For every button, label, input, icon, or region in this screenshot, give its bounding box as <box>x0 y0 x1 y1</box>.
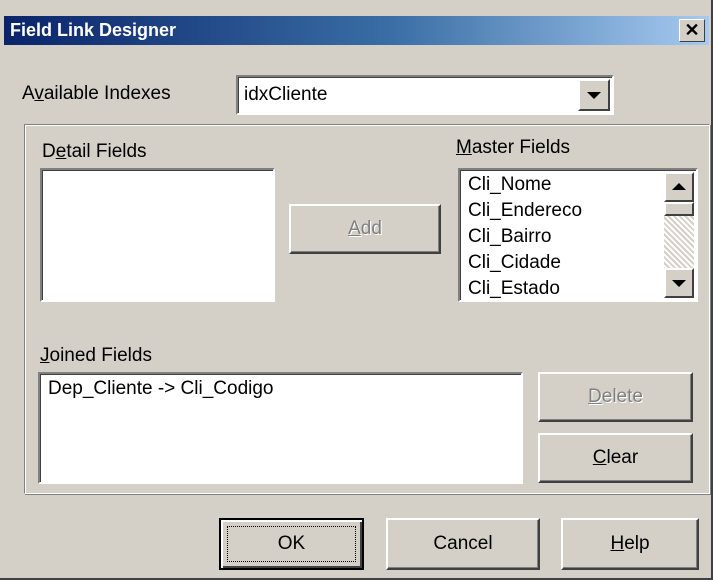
available-indexes-value: idxCliente <box>244 84 328 105</box>
scroll-thumb[interactable] <box>664 202 694 216</box>
scroll-down-button[interactable] <box>664 268 694 298</box>
combo-dropdown-button[interactable] <box>578 79 610 111</box>
arrow-down-icon <box>672 280 686 287</box>
master-fields-label: Master Fields <box>456 137 571 158</box>
close-button[interactable]: ✕ <box>679 19 705 42</box>
list-item[interactable]: Cli_Estado <box>468 278 560 300</box>
title-bar[interactable]: Field Link Designer ✕ <box>4 16 709 45</box>
joined-fields-label: Joined Fields <box>40 345 152 366</box>
help-button[interactable]: Help <box>561 518 699 570</box>
available-indexes-combo[interactable]: idxCliente <box>236 75 614 115</box>
list-item[interactable]: Cli_Cidade <box>468 252 561 274</box>
list-item[interactable]: Cli_Nome <box>468 174 551 196</box>
detail-fields-label: Detail Fields <box>42 141 147 162</box>
joined-fields-list[interactable]: Dep_Cliente -> Cli_Codigo <box>38 372 523 484</box>
list-item[interactable]: Cli_Endereco <box>468 200 582 222</box>
add-button[interactable]: Add <box>289 204 441 254</box>
window-title: Field Link Designer <box>10 20 177 40</box>
arrow-up-icon <box>672 183 686 190</box>
close-icon: ✕ <box>684 20 700 40</box>
available-indexes-label: Available Indexes <box>22 83 171 104</box>
cancel-button[interactable]: Cancel <box>386 518 540 570</box>
detail-fields-list[interactable] <box>40 168 275 302</box>
field-link-designer-dialog: Field Link Designer ✕ Available Indexes … <box>0 0 713 580</box>
master-fields-scrollbar[interactable] <box>664 172 694 298</box>
list-item[interactable]: Dep_Cliente -> Cli_Codigo <box>48 378 274 400</box>
delete-button[interactable]: Delete <box>538 372 693 422</box>
master-fields-list[interactable]: Cli_Nome Cli_Endereco Cli_Bairro Cli_Cid… <box>458 168 698 302</box>
scroll-up-button[interactable] <box>664 172 694 202</box>
ok-button[interactable]: OK <box>219 518 364 570</box>
list-item[interactable]: Cli_Bairro <box>468 226 551 248</box>
chevron-down-icon <box>587 92 601 99</box>
clear-button[interactable]: Clear <box>538 433 693 483</box>
